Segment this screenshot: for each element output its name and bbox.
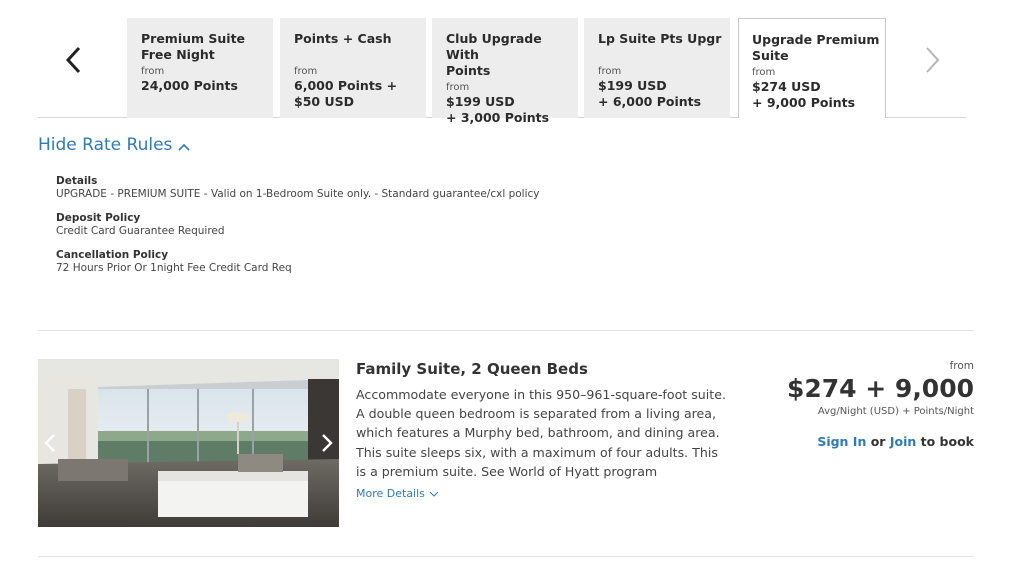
rule-heading: Details <box>56 175 98 187</box>
rule-details: Details UPGRADE - PREMIUM SUITE - Valid … <box>56 175 540 201</box>
rate-tab-title: Lp Suite Pts Upgr <box>598 31 722 46</box>
chevron-down-icon <box>429 491 439 497</box>
hide-rate-rules-label: Hide Rate Rules <box>38 135 173 155</box>
rate-tab-title: Upgrade Premium Suite <box>752 32 880 63</box>
photo-prev-button[interactable] <box>40 429 60 457</box>
room-price: $274 + 9,000 <box>786 374 974 403</box>
more-details-label: More Details <box>356 487 425 500</box>
price-from-label: from <box>949 360 974 372</box>
rate-tab-from: from <box>294 66 318 77</box>
rate-tab-from: from <box>752 67 776 78</box>
rate-rules: Details UPGRADE - PREMIUM SUITE - Valid … <box>56 175 540 286</box>
room-description: Accommodate everyone in this 950–961-squ… <box>356 387 726 479</box>
room-photo[interactable] <box>38 359 339 527</box>
rate-tab-title: Premium Suite Free Night <box>141 31 246 62</box>
rate-tab-price: 6,000 Points + $50 USD <box>294 78 398 109</box>
rate-tab-premium-suite-free-night[interactable]: Premium Suite Free Night from 24,000 Poin… <box>127 18 273 118</box>
rule-heading: Deposit Policy <box>56 212 141 224</box>
sign-in-link[interactable]: Sign In <box>817 434 866 449</box>
rate-tab-points-cash[interactable]: Points + Cash from 6,000 Points + $50 USD <box>280 18 426 118</box>
hide-rate-rules-toggle[interactable]: Hide Rate Rules <box>38 135 190 155</box>
rate-tab-title: Points + Cash <box>294 31 392 46</box>
join-link[interactable]: Join <box>890 434 916 449</box>
to-book-text: to book <box>920 434 974 449</box>
rate-tab-from: from <box>598 66 622 77</box>
rule-text: Credit Card Guarantee Required <box>56 225 225 237</box>
rate-tab-price: $199 USD + 6,000 Points <box>598 78 702 109</box>
rate-tab-club-upgrade[interactable]: Club Upgrade With Points from $199 USD + 3… <box>432 18 578 125</box>
chevron-right-icon <box>926 47 940 73</box>
photo-next-button[interactable] <box>317 429 337 457</box>
rule-heading: Cancellation Policy <box>56 249 169 261</box>
chevron-left-icon <box>65 46 81 74</box>
carousel-prev-button[interactable] <box>58 40 88 80</box>
rate-tab-from: from <box>141 66 165 77</box>
room-price-block: from $274 + 9,000 Avg/Night (USD) + Poin… <box>787 360 974 449</box>
more-details-link[interactable]: More Details <box>356 487 439 500</box>
rate-carousel: Premium Suite Free Night from 24,000 Poin… <box>38 0 966 125</box>
chevron-right-icon <box>322 434 333 452</box>
room-photo-illustration <box>38 359 339 527</box>
rule-text: UPGRADE - PREMIUM SUITE - Valid on 1-Bed… <box>56 188 540 200</box>
rate-tab-upgrade-premium-suite[interactable]: Upgrade Premium Suite from $274 USD + 9,00… <box>738 18 886 118</box>
rate-tab-price: $274 USD + 9,000 Points <box>752 79 856 110</box>
rate-tab-price: $199 USD + 3,000 Points <box>446 94 550 125</box>
or-text: or <box>870 434 886 449</box>
rate-tab-price: 24,000 Points <box>141 78 238 93</box>
rule-cancellation-policy: Cancellation Policy 72 Hours Prior Or 1n… <box>56 249 540 275</box>
section-divider <box>38 330 974 331</box>
rule-deposit-policy: Deposit Policy Credit Card Guarantee Req… <box>56 212 540 238</box>
chevron-left-icon <box>44 434 55 452</box>
rate-tab-title: Club Upgrade With Points <box>446 31 542 78</box>
chevron-up-icon <box>178 143 190 151</box>
rate-tab-from: from <box>446 82 470 93</box>
rate-tab-lp-suite-pts-upgr[interactable]: Lp Suite Pts Upgr from $199 USD + 6,000 P… <box>584 18 730 118</box>
price-unit-label: Avg/Night (USD) + Points/Night <box>817 406 974 417</box>
section-divider <box>38 556 974 557</box>
room-title: Family Suite, 2 Queen Beds <box>356 360 588 378</box>
book-prompt: Sign In or Join to book <box>787 434 974 449</box>
carousel-next-button[interactable] <box>918 40 948 80</box>
rule-text: 72 Hours Prior Or 1night Fee Credit Card… <box>56 262 292 274</box>
